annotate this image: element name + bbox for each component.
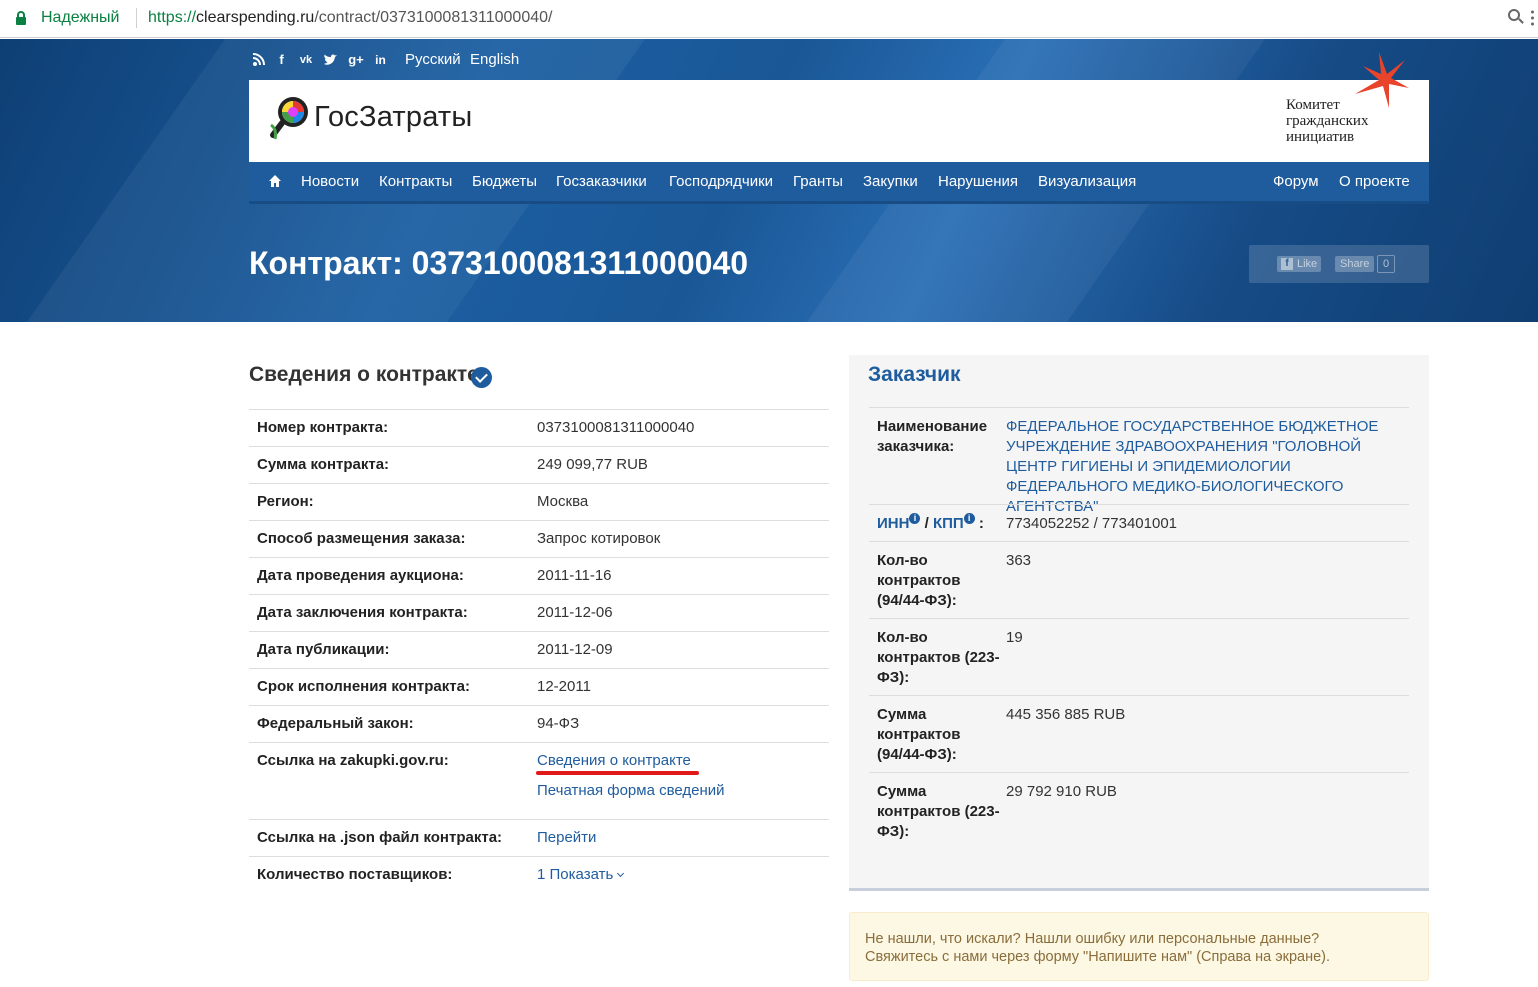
rss-icon[interactable] (252, 52, 266, 68)
highlight-underline (536, 771, 699, 775)
contract-section-title: Сведения о контракте (249, 363, 479, 386)
nav-about[interactable]: О проекте (1339, 173, 1410, 190)
browser-address-bar: Надежный https://clearspending.ru/contra… (0, 0, 1538, 38)
google-plus-icon[interactable]: g+ (347, 52, 365, 68)
url-field[interactable]: https://clearspending.ru/contract/037310… (148, 9, 552, 27)
twitter-icon[interactable] (323, 52, 339, 68)
table-row: Сумма контракта: 249 099,77 RUB (249, 446, 829, 483)
table-row: Сумма контрактов (223-ФЗ): 29 792 910 RU… (869, 772, 1409, 849)
table-row: Кол-во контрактов (223-ФЗ): 19 (869, 618, 1409, 695)
brand-bar: ГосЗатраты Комитет гражданских инициатив (249, 52, 1429, 162)
customer-section-title: Заказчик (868, 363, 961, 386)
table-row: Способ размещения заказа: Запрос котирово… (249, 520, 829, 557)
table-row: ИНН i / КПП i : 7734052252 / 773401001 (869, 504, 1409, 541)
nav-visualization[interactable]: Визуализация (1038, 173, 1136, 190)
table-row: Регион: Москва (249, 483, 829, 520)
table-row: Кол-во контрактов (94/44-ФЗ): 363 (869, 541, 1409, 618)
info-icon[interactable]: i (909, 513, 921, 524)
nav-budgets[interactable]: Бюджеты (472, 173, 537, 190)
fb-share-button[interactable]: Share (1335, 256, 1375, 272)
secure-label: Надежный (41, 9, 120, 26)
zakupki-contract-link[interactable]: Сведения о контракте (537, 752, 691, 769)
nav-contracts[interactable]: Контракты (379, 173, 452, 190)
table-row: Федеральный закон: 94-ФЗ (249, 705, 829, 742)
table-row: Наименование заказчика: ФЕДЕРАЛЬНОЕ ГОСУ… (869, 407, 1409, 515)
table-row: Ссылка на zakupki.gov.ru: Сведения о кон… (249, 742, 829, 819)
table-row: Дата проведения аукциона: 2011-11-16 (249, 557, 829, 594)
verified-check-icon (471, 367, 492, 388)
feedback-notice: Не нашли, что искали? Нашли ошибку или п… (849, 912, 1429, 981)
table-row: Номер контракта: 0373100081311000040 (249, 409, 829, 446)
fb-like-count: 0 (1377, 255, 1396, 273)
nav-suppliers[interactable]: Господрядчики (669, 173, 773, 190)
home-icon[interactable] (268, 174, 282, 188)
table-row: Дата публикации: 2011-12-09 (249, 631, 829, 668)
menu-dots-icon[interactable] (1531, 8, 1534, 28)
linkedin-icon[interactable]: in (373, 52, 388, 68)
lang-russian-link[interactable]: Русский (405, 51, 461, 68)
page-title: Контракт: 0373100081311000040 (249, 245, 749, 281)
nav-customers[interactable]: Госзаказчики (556, 173, 647, 190)
main-nav: Новости Контракты Бюджеты Госзаказчики Г… (249, 162, 1429, 204)
divider (136, 8, 137, 28)
customer-name-link[interactable]: ФЕДЕРАЛЬНОЕ ГОСУДАРСТВЕННОЕ БЮДЖЕТНОЕ УЧ… (1006, 417, 1401, 517)
vk-icon[interactable]: vk (297, 52, 315, 68)
inn-link[interactable]: ИНН (877, 515, 909, 532)
zoom-icon[interactable] (1508, 9, 1524, 25)
nav-grants[interactable]: Гранты (793, 173, 843, 190)
lock-icon (16, 11, 26, 25)
site-logo-text[interactable]: ГосЗатраты (314, 101, 472, 134)
show-suppliers-toggle[interactable]: 1 Показать (537, 866, 625, 883)
table-row: Количество поставщиков: 1 Показать (249, 856, 829, 893)
facebook-widget: f Like Share 0 (1249, 245, 1429, 283)
json-file-link[interactable]: Перейти (537, 829, 596, 846)
kpp-link[interactable]: КПП (933, 515, 964, 532)
table-row: Дата заключения контракта: 2011-12-06 (249, 594, 829, 631)
nav-news[interactable]: Новости (301, 173, 359, 190)
partner-logo-icon (1355, 52, 1409, 108)
lang-english-link[interactable]: English (470, 51, 519, 68)
table-row: Срок исполнения контракта: 12-2011 (249, 668, 829, 705)
table-row: Ссылка на .json файл контракта: Перейти (249, 819, 829, 856)
magnifier-logo-icon[interactable] (269, 95, 311, 141)
facebook-icon: f (1281, 258, 1293, 270)
nav-purchases[interactable]: Закупки (863, 173, 918, 190)
chevron-down-icon (617, 869, 625, 878)
info-icon[interactable]: i (963, 513, 975, 524)
nav-forum[interactable]: Форум (1273, 173, 1319, 190)
social-links: f vk g+ in (252, 52, 388, 68)
zakupki-print-form-link[interactable]: Печатная форма сведений (537, 782, 725, 799)
table-row: Сумма контрактов (94/44-ФЗ): 445 356 885… (869, 695, 1409, 772)
nav-violations[interactable]: Нарушения (938, 173, 1018, 190)
fb-like-button[interactable]: f Like (1277, 256, 1322, 272)
facebook-icon[interactable]: f (274, 52, 289, 68)
